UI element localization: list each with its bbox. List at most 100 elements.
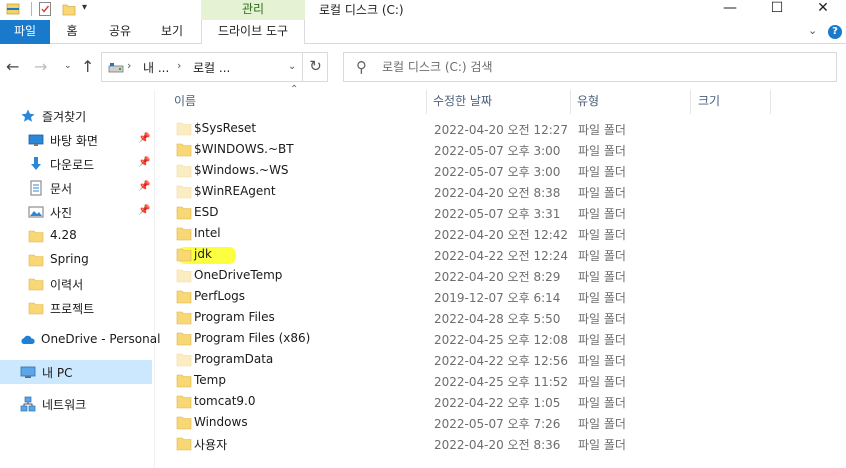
sidebar-item-folder-resume[interactable]: 이력서 bbox=[0, 272, 152, 296]
pin-icon[interactable]: 📌 bbox=[138, 133, 150, 144]
drive-icon bbox=[108, 63, 124, 73]
up-arrow-icon[interactable]: ↑ bbox=[81, 57, 94, 76]
breadcrumb-this-pc[interactable]: 내 ... bbox=[143, 59, 169, 76]
sidebar-item-network[interactable]: 네트워크 bbox=[0, 392, 152, 416]
table-row[interactable]: $Windows.~WS 2022-05-07 오후 3:00 파일 폴더 bbox=[170, 161, 830, 182]
column-separator[interactable] bbox=[690, 90, 691, 114]
close-button[interactable]: ✕ bbox=[800, 0, 846, 20]
tab-share[interactable]: 공유 bbox=[98, 20, 142, 44]
cloud-icon bbox=[21, 335, 35, 344]
sidebar-item-documents[interactable]: 문서 📌 bbox=[0, 176, 152, 200]
sidebar-item-label: 네트워크 bbox=[42, 398, 87, 412]
address-dropdown-icon[interactable]: ⌄ bbox=[288, 61, 296, 72]
customize-quick-access-icon[interactable]: ▾ bbox=[82, 2, 87, 13]
table-row[interactable]: 사용자 2022-04-20 오전 8:36 파일 폴더 bbox=[170, 434, 830, 455]
sidebar-item-label: 문서 bbox=[50, 182, 73, 196]
properties-icon[interactable] bbox=[38, 1, 52, 17]
sidebar-item-quick-access[interactable]: 즐겨찾기 bbox=[0, 104, 152, 128]
pin-icon[interactable]: 📌 bbox=[138, 157, 150, 168]
column-header-type[interactable]: 유형 bbox=[577, 90, 599, 114]
expand-ribbon-icon[interactable]: ⌄ bbox=[808, 24, 817, 37]
new-folder-icon[interactable] bbox=[62, 1, 76, 17]
window-title: 로컬 디스크 (C:) bbox=[319, 3, 404, 17]
file-type: 파일 폴더 bbox=[578, 333, 626, 347]
table-row[interactable]: Temp 2022-04-25 오후 11:52 파일 폴더 bbox=[170, 371, 830, 392]
file-name: ESD bbox=[194, 205, 219, 219]
file-type: 파일 폴더 bbox=[578, 144, 626, 158]
column-header-date[interactable]: 수정한 날짜 bbox=[433, 90, 492, 114]
desktop-icon bbox=[28, 134, 44, 146]
folder-icon bbox=[176, 248, 192, 262]
file-type: 파일 폴더 bbox=[578, 186, 626, 200]
table-row[interactable]: OneDriveTemp 2022-04-20 오전 8:29 파일 폴더 bbox=[170, 266, 830, 287]
sidebar-item-onedrive[interactable]: OneDrive - Personal bbox=[0, 328, 160, 352]
table-row[interactable]: Program Files (x86) 2022-04-25 오후 12:08 파일… bbox=[170, 329, 830, 350]
file-type: 파일 폴더 bbox=[578, 270, 626, 284]
address-bar[interactable]: › 내 ... › 로컬 ... ⌄ ↻ bbox=[101, 52, 328, 82]
file-name: jdk bbox=[194, 247, 212, 261]
folder-icon bbox=[176, 311, 192, 325]
column-header-size[interactable]: 크기 bbox=[698, 90, 720, 114]
sidebar-item-this-pc[interactable]: 내 PC bbox=[0, 360, 152, 384]
column-header-name[interactable]: 이름 bbox=[174, 90, 196, 114]
pin-icon[interactable]: 📌 bbox=[138, 205, 150, 216]
file-type: 파일 폴더 bbox=[578, 291, 626, 305]
table-row[interactable]: $WinREAgent 2022-04-20 오전 8:38 파일 폴더 bbox=[170, 182, 830, 203]
table-row[interactable]: PerfLogs 2019-12-07 오후 6:14 파일 폴더 bbox=[170, 287, 830, 308]
search-box[interactable]: ⚲ bbox=[343, 52, 837, 82]
help-icon[interactable]: ? bbox=[828, 25, 842, 39]
column-separator[interactable] bbox=[426, 90, 427, 114]
context-tab-manage[interactable]: 관리 bbox=[201, 0, 305, 20]
column-separator[interactable] bbox=[570, 90, 571, 114]
file-name: PerfLogs bbox=[194, 289, 246, 303]
column-separator[interactable] bbox=[770, 90, 771, 114]
file-name: $WinREAgent bbox=[194, 184, 276, 198]
table-row[interactable]: ESD 2022-05-07 오후 3:31 파일 폴더 bbox=[170, 203, 830, 224]
pc-icon bbox=[20, 366, 36, 378]
sidebar-item-label: 즐겨찾기 bbox=[42, 110, 87, 124]
folder-icon bbox=[176, 395, 192, 409]
file-date: 2022-04-20 오전 12:42 bbox=[434, 228, 569, 242]
document-icon bbox=[30, 180, 42, 196]
tab-view[interactable]: 보기 bbox=[152, 20, 192, 44]
pane-divider[interactable] bbox=[154, 90, 155, 468]
file-name: $Windows.~WS bbox=[194, 163, 289, 177]
sidebar-item-pictures[interactable]: 사진 📌 bbox=[0, 200, 152, 224]
search-input[interactable] bbox=[382, 58, 822, 76]
tab-file[interactable]: 파일 bbox=[0, 20, 50, 44]
table-row[interactable]: Windows 2022-05-07 오후 7:26 파일 폴더 bbox=[170, 413, 830, 434]
breadcrumb-chevron-icon[interactable]: › bbox=[177, 59, 181, 72]
tab-drive-tools[interactable]: 드라이브 도구 bbox=[201, 20, 305, 44]
back-arrow-icon[interactable]: ← bbox=[6, 57, 19, 76]
table-row[interactable]: $WINDOWS.~BT 2022-05-07 오후 3:00 파일 폴더 bbox=[170, 140, 830, 161]
recent-locations-icon[interactable]: ⌄ bbox=[64, 61, 72, 71]
minimize-button[interactable]: — bbox=[707, 0, 753, 20]
star-icon bbox=[21, 109, 35, 122]
tab-home[interactable]: 홈 bbox=[56, 20, 88, 44]
refresh-icon[interactable]: ↻ bbox=[302, 53, 328, 81]
file-list: ⌃ 이름 수정한 날짜 유형 크기 $SysReset 2022-04-20 오전… bbox=[160, 84, 846, 468]
file-name: 사용자 bbox=[194, 438, 228, 452]
sidebar-item-folder-project[interactable]: 프로젝트 bbox=[0, 296, 152, 320]
table-row[interactable]: ProgramData 2022-04-22 오후 12:56 파일 폴더 bbox=[170, 350, 830, 371]
breadcrumb-local-disk[interactable]: 로컬 ... bbox=[193, 59, 230, 76]
folder-icon bbox=[176, 122, 192, 136]
table-row[interactable]: tomcat9.0 2022-04-22 오후 1:05 파일 폴더 bbox=[170, 392, 830, 413]
breadcrumb-chevron-icon[interactable]: › bbox=[127, 59, 131, 72]
table-row[interactable]: Program Files 2022-04-28 오후 5:50 파일 폴더 bbox=[170, 308, 830, 329]
pin-icon[interactable]: 📌 bbox=[138, 181, 150, 192]
sidebar-item-downloads[interactable]: 다운로드 📌 bbox=[0, 152, 152, 176]
sidebar-item-folder-spring[interactable]: Spring bbox=[0, 248, 152, 272]
sidebar-item-label: 사진 bbox=[50, 206, 73, 220]
table-row[interactable]: $SysReset 2022-04-20 오전 12:27 파일 폴더 bbox=[170, 119, 830, 140]
file-date: 2022-05-07 오후 3:31 bbox=[434, 207, 561, 221]
explorer-icon[interactable] bbox=[6, 1, 20, 17]
table-row[interactable]: jdk 2022-04-22 오전 12:24 파일 폴더 bbox=[170, 245, 830, 266]
sidebar-item-desktop[interactable]: 바탕 화면 📌 bbox=[0, 128, 152, 152]
sidebar-item-folder-428[interactable]: 4.28 bbox=[0, 224, 152, 248]
maximize-button[interactable]: ☐ bbox=[754, 0, 800, 20]
folder-icon bbox=[176, 416, 192, 430]
pictures-icon bbox=[28, 206, 44, 218]
table-row[interactable]: Intel 2022-04-20 오전 12:42 파일 폴더 bbox=[170, 224, 830, 245]
forward-arrow-icon[interactable]: → bbox=[34, 57, 47, 76]
